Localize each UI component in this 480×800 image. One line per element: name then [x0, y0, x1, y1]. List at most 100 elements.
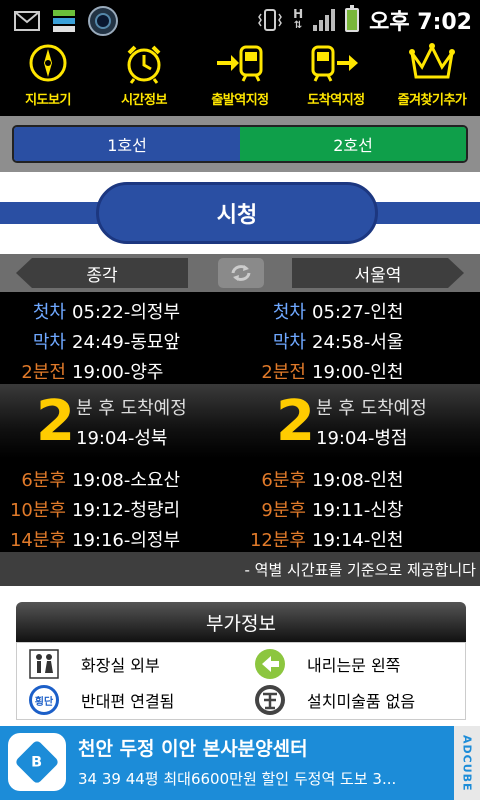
arrival-train-icon [311, 45, 358, 82]
next-train-value: 19:14-인천 [312, 530, 404, 551]
clock: 오후 7:02 [369, 10, 472, 35]
schedule-value: 05:22-의정부 [72, 302, 181, 323]
last-train-label: 막차 [272, 332, 306, 353]
next-train-row: 14분후 19:16-의정부 [0, 524, 240, 554]
arrival-message: 분 후 도착예정 [316, 398, 427, 419]
next-train-value: 19:11-신창 [312, 500, 404, 521]
mail-icon [14, 11, 40, 31]
arrival-panel: 2 분 후 도착예정 19:04-성북 2 분 후 도착예정 19:04-병점 [0, 384, 480, 458]
compass-icon [29, 44, 67, 82]
previous-train-label: 2분전 [261, 362, 306, 383]
schedule-value: 19:00-인천 [312, 362, 404, 383]
departure-train-icon [217, 45, 263, 82]
battery-icon [345, 5, 360, 32]
extra-info-title: 부가정보 [16, 602, 466, 642]
minutes-after-label: 6분후 [261, 470, 306, 491]
schedule-column-right: 첫차 05:27-인천 막차 24:58-서울 2분전 19:00-인천 [240, 296, 480, 386]
facility-icon [253, 683, 287, 717]
info-text: 반대편 연결됨 [81, 692, 175, 711]
next-train-row: 10분후 19:12-청량리 [0, 494, 240, 524]
previous-train-label: 2분전 [21, 362, 66, 383]
toolbar-label: 지도보기 [25, 93, 71, 108]
next-train-value: 19:08-인천 [312, 470, 404, 491]
info-door-side: 내리는문 왼쪽 [253, 647, 400, 681]
schedule-row: 2분전 19:00-양주 [0, 356, 240, 386]
next-train-row: 6분후 19:08-소요산 [0, 464, 240, 494]
next-trains-left: 6분후 19:08-소요산 10분후 19:12-청량리 14분후 19:16-의정부 [0, 464, 240, 554]
schedule-value: 05:27-인천 [312, 302, 404, 323]
schedule-row: 막차 24:49-동묘앞 [0, 326, 240, 356]
info-restroom: 화장실 외부 [27, 647, 160, 681]
next-train-row: 12분후 19:14-인천 [240, 524, 480, 554]
vibrate-icon [258, 9, 282, 31]
toolbar: 지도보기 시간정보 출발역지정 도착역지정 즐겨찾기추가 [0, 40, 480, 114]
minutes-after-label: 10분후 [9, 500, 66, 521]
tab-line-1[interactable]: 1호선 [14, 127, 240, 161]
crossing-icon: 횡단 [27, 683, 61, 717]
camera-icon [88, 6, 118, 36]
toolbar-label: 시간정보 [121, 93, 167, 108]
next-train-row: 6분후 19:08-인천 [240, 464, 480, 494]
swap-direction-button[interactable] [218, 258, 264, 288]
signal-icon [313, 9, 336, 31]
minutes-after-label: 14분후 [9, 530, 66, 551]
ad-logo-mark: B [14, 739, 60, 785]
arrival-minutes: 2 [276, 389, 315, 454]
ad-banner[interactable]: B 천안 두정 이안 본사분양센터 34 39 44평 최대6600만원 할인 … [0, 726, 480, 800]
arrival-left: 2 분 후 도착예정 19:04-성북 [0, 384, 240, 458]
arrival-time: 19:04-성북 [76, 428, 168, 449]
restroom-icon [27, 647, 61, 681]
ad-subtitle: 34 39 44평 최대6600만원 할인 두정역 도보 3... [78, 770, 397, 788]
set-arrival-button[interactable]: 도착역지정 [288, 40, 384, 114]
hsdpa-icon: H ⇅ [293, 7, 304, 31]
station-band: 시청 [0, 172, 480, 254]
status-bar: H ⇅ 오후 7:02 [0, 0, 480, 38]
alarm-clock-icon [127, 45, 161, 84]
info-artwork: 설치미술품 없음 [253, 683, 415, 717]
prev-station-button[interactable]: 종각 [16, 258, 188, 288]
arrival-right: 2 분 후 도착예정 19:04-병점 [240, 384, 480, 458]
ad-title: 천안 두정 이안 본사분양센터 [78, 738, 308, 760]
schedule-row: 2분전 19:00-인천 [240, 356, 480, 386]
info-text: 내리는문 왼쪽 [307, 656, 401, 675]
refresh-icon [231, 265, 251, 281]
timetable-notice: - 역별 시간표를 기준으로 제공합니다 [0, 552, 480, 586]
crossing-icon-label: 횡단 [29, 685, 59, 715]
toolbar-label: 도착역지정 [307, 93, 365, 108]
info-text: 화장실 외부 [81, 656, 160, 675]
map-view-button[interactable]: 지도보기 [0, 40, 96, 114]
tab-line-2[interactable]: 2호선 [240, 127, 466, 161]
minutes-after-label: 9분후 [261, 500, 306, 521]
toolbar-label: 즐겨찾기추가 [397, 93, 467, 108]
direction-row: 종각 서울역 [0, 254, 480, 292]
schedule-table: 첫차 05:22-의정부 막차 24:49-동묘앞 2분전 19:00-양주 첫차 05… [0, 292, 480, 384]
schedule-row: 첫차 05:22-의정부 [0, 296, 240, 326]
first-train-label: 첫차 [32, 302, 66, 323]
next-train-value: 19:08-소요산 [72, 470, 181, 491]
next-station-button[interactable]: 서울역 [292, 258, 464, 288]
crown-icon [409, 43, 455, 79]
extra-info-panel: 화장실 외부 내리는문 왼쪽 횡단 반대편 연결됨 설치미술품 없음 [16, 642, 466, 720]
add-favorite-button[interactable]: 즐겨찾기추가 [384, 40, 480, 114]
left-arrow-icon [253, 647, 287, 681]
first-train-label: 첫차 [272, 302, 306, 323]
info-text: 설치미술품 없음 [307, 692, 416, 711]
schedule-value: 24:58-서울 [312, 332, 404, 353]
time-info-button[interactable]: 시간정보 [96, 40, 192, 114]
grid-app-icon [53, 10, 75, 32]
toolbar-label: 출발역지정 [211, 93, 269, 108]
schedule-column-left: 첫차 05:22-의정부 막차 24:49-동묘앞 2분전 19:00-양주 [0, 296, 240, 386]
schedule-value: 19:00-양주 [72, 362, 164, 383]
minutes-after-label: 12분후 [249, 530, 306, 551]
ad-network-label: ADCUBE [454, 726, 480, 800]
next-train-value: 19:16-의정부 [72, 530, 181, 551]
line-tabs: 1호선 2호선 [12, 125, 468, 163]
ad-logo-text: B [31, 753, 43, 771]
set-departure-button[interactable]: 출발역지정 [192, 40, 288, 114]
arrival-time: 19:04-병점 [316, 428, 408, 449]
info-crossing: 횡단 반대편 연결됨 [27, 683, 174, 717]
next-trains: 6분후 19:08-소요산 10분후 19:12-청량리 14분후 19:16-의정부… [0, 460, 480, 552]
next-train-value: 19:12-청량리 [72, 500, 181, 521]
arrival-message: 분 후 도착예정 [76, 398, 187, 419]
schedule-value: 24:49-동묘앞 [72, 332, 181, 353]
